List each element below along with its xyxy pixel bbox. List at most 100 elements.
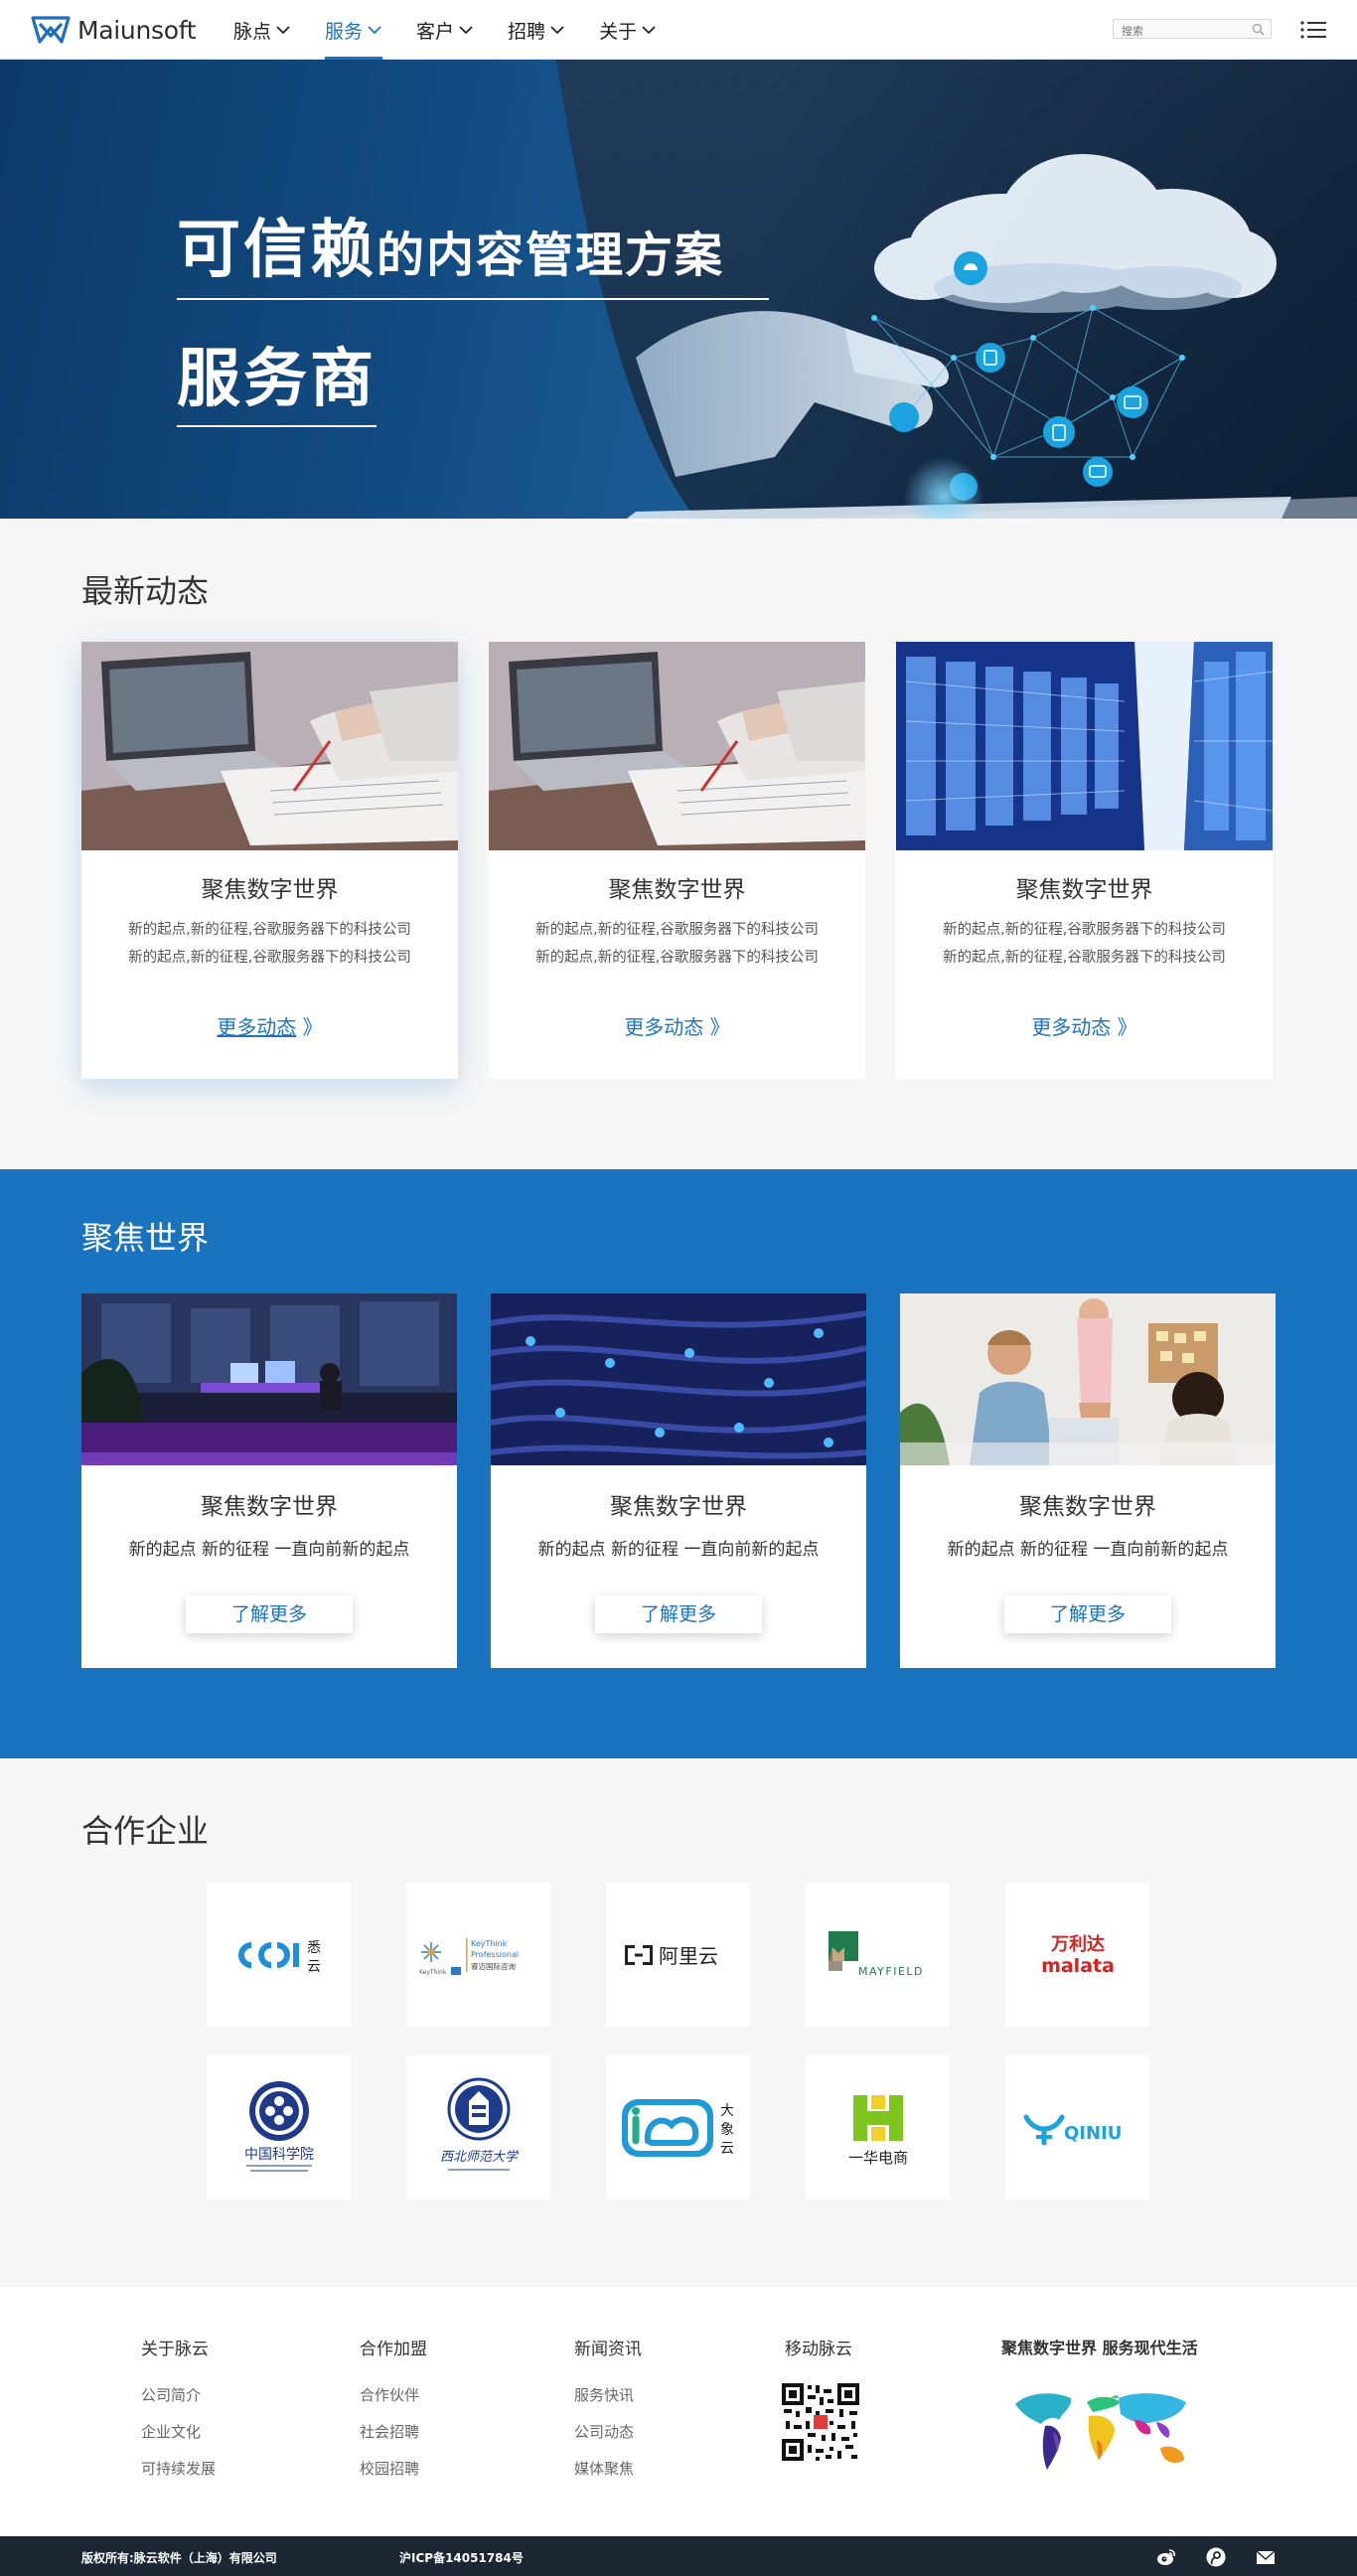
list-menu-icon[interactable]	[1299, 18, 1327, 42]
search-input[interactable]	[1114, 22, 1243, 41]
partner-logo-xiyun[interactable]: 悉 云	[207, 1883, 351, 2027]
partner-logo-mayfield[interactable]: MAYFIELD	[806, 1883, 950, 2027]
partner-logo-nwnu[interactable]: 西北师范大学	[406, 2055, 550, 2199]
search-box	[1113, 19, 1272, 41]
partner-logo-grid: 悉 云 KeyThink KeyThink Professional 睿迈国际咨…	[207, 1883, 1149, 2199]
partner-logo-text: malata	[1041, 1955, 1115, 1977]
partner-logo-text: Professional	[471, 1950, 519, 1959]
night-office-photo	[81, 1293, 457, 1465]
partner-logo-malata[interactable]: 万利达 malata	[1005, 1883, 1149, 2027]
nav-item-services[interactable]: 服务	[325, 0, 383, 60]
footer-link[interactable]: 媒体聚焦	[574, 2451, 642, 2488]
footer-col-title: 关于脉云	[141, 2340, 209, 2359]
network-cables-photo	[491, 1293, 866, 1465]
nav-item-clients[interactable]: 客户	[416, 0, 474, 60]
footer-slogan: 聚焦数字世界 服务现代生活	[1001, 2339, 1198, 2357]
mayfield-logo: MAYFIELD	[828, 1930, 922, 1978]
tencent-weibo-icon[interactable]	[1205, 2546, 1227, 2568]
partner-logo-text: 大	[720, 2103, 734, 2119]
chevron-down-icon	[368, 26, 381, 35]
partners-section: 合作企业 悉 云 KeyThink KeyThink Professional	[0, 1758, 1357, 2287]
news-card-heading: 聚焦数字世界	[201, 877, 339, 903]
nav-item-maidian[interactable]: 脉点	[233, 0, 291, 60]
qr-code-icon	[780, 2381, 861, 2463]
maiunsoft-logo-icon	[31, 16, 71, 44]
footer-link[interactable]: 企业文化	[141, 2414, 216, 2451]
footer-col-slogan: 聚焦数字世界 服务现代生活	[1001, 2335, 1200, 2484]
news-section-title: 最新动态	[81, 572, 210, 610]
learn-more-button[interactable]: 了解更多	[595, 1595, 762, 1633]
hero-title: 可信赖 的内容管理方案 服务商	[177, 199, 769, 427]
more-news-link[interactable]: 更多动态 》	[489, 1011, 865, 1040]
learn-more-button[interactable]: 了解更多	[186, 1595, 353, 1633]
footer-link[interactable]: 服务快讯	[574, 2377, 642, 2414]
learn-more-button[interactable]: 了解更多	[1004, 1595, 1171, 1633]
main-nav: 脉点 服务 客户 招聘 关于	[233, 0, 690, 60]
double-chevron-right-icon: 》	[709, 1015, 730, 1039]
focus-section-title: 聚焦世界	[81, 1219, 210, 1257]
news-card[interactable]: 聚焦数字世界 新的起点,新的征程,谷歌服务器下的科技公司 新的起点,新的征程,谷…	[81, 642, 458, 1079]
news-card-text: 新的起点,新的征程,谷歌服务器下的科技公司	[943, 950, 1226, 966]
partner-logo-text: 睿迈国际咨询	[471, 1961, 516, 1971]
server-room-photo	[896, 642, 1273, 850]
news-card[interactable]: 聚焦数字世界 新的起点,新的征程,谷歌服务器下的科技公司 新的起点,新的征程,谷…	[489, 642, 865, 1079]
nav-item-careers[interactable]: 招聘	[508, 0, 565, 60]
more-news-link[interactable]: 更多动态 》	[896, 1011, 1273, 1040]
footer-col-title: 合作加盟	[360, 2340, 427, 2359]
footer-link[interactable]: 公司简介	[141, 2377, 216, 2414]
partner-logo-daxiangyun[interactable]: 大 象 云	[606, 2055, 750, 2199]
nav-item-about[interactable]: 关于	[599, 0, 657, 60]
weibo-icon[interactable]	[1155, 2546, 1177, 2568]
footer-link[interactable]: 校园招聘	[360, 2451, 427, 2488]
focus-world-section: 聚焦世界 聚焦数字世界 新的起点 新的征程 一直向前新的起点 了解更多 聚焦数字…	[0, 1169, 1357, 1758]
more-news-label: 更多动态	[624, 1015, 704, 1039]
laptop-desk-photo	[489, 642, 865, 850]
partner-logo-text: 阿里云	[659, 1944, 718, 1968]
partner-logo-cas[interactable]: 中国科学院	[207, 2055, 351, 2199]
focus-card-text: 新的起点 新的征程 一直向前新的起点	[947, 1540, 1229, 1560]
hero-title-rest: 的内容管理方案	[377, 227, 725, 283]
cas-logo: 中国科学院	[244, 2080, 314, 2172]
partner-logo-keythink[interactable]: KeyThink KeyThink Professional 睿迈国际咨询	[406, 1883, 550, 2027]
footer-link[interactable]: 社会招聘	[360, 2414, 427, 2451]
focus-card-heading: 聚焦数字世界	[610, 1494, 747, 1520]
nav-label: 客户	[416, 20, 455, 43]
aliyun-logo: 阿里云	[624, 1944, 718, 1968]
icp-text[interactable]: 沪ICP备14051784号	[399, 2549, 524, 2566]
malata-logo: 万利达 malata	[1041, 1933, 1115, 1977]
chevron-down-icon	[459, 26, 473, 35]
focus-card-text: 新的起点 新的征程 一直向前新的起点	[128, 1540, 410, 1560]
partner-logo-text: 云	[307, 1959, 321, 1975]
nav-label: 招聘	[508, 20, 546, 43]
news-card-heading: 聚焦数字世界	[608, 877, 746, 903]
news-card-text: 新的起点,新的征程,谷歌服务器下的科技公司	[535, 922, 819, 938]
partner-logo-qiniu[interactable]: QINIU	[1005, 2055, 1149, 2199]
partner-logo-aliyun[interactable]: 阿里云	[606, 1883, 750, 2027]
focus-card-heading: 聚焦数字世界	[201, 1494, 338, 1520]
hero-title-big: 可信赖	[177, 214, 377, 287]
news-card-list: 聚焦数字世界 新的起点,新的征程,谷歌服务器下的科技公司 新的起点,新的征程,谷…	[81, 642, 1273, 1079]
footer-link[interactable]: 可持续发展	[141, 2451, 216, 2488]
nav-label: 关于	[599, 20, 638, 43]
partner-logo-text: QINIU	[1064, 2123, 1122, 2144]
more-news-link[interactable]: 更多动态 》	[81, 1011, 458, 1040]
nav-label: 服务	[325, 20, 364, 43]
partner-logo-yihua[interactable]: 一华电商	[806, 2055, 950, 2199]
footer-col-title: 移动脉云	[785, 2340, 852, 2359]
focus-card: 聚焦数字世界 新的起点 新的征程 一直向前新的起点 了解更多	[900, 1293, 1276, 1668]
chevron-down-icon	[550, 26, 564, 35]
footer-link[interactable]: 合作伙伴	[360, 2377, 427, 2414]
footer-link[interactable]: 公司动态	[574, 2414, 642, 2451]
svg-text:KeyThink: KeyThink	[419, 1969, 447, 1976]
partner-logo-text: 中国科学院	[244, 2147, 314, 2163]
search-icon[interactable]	[1252, 23, 1265, 36]
chevron-down-icon	[642, 26, 656, 35]
logo[interactable]: Maiunsoft	[30, 12, 197, 48]
news-card[interactable]: 聚焦数字世界 新的起点,新的征程,谷歌服务器下的科技公司 新的起点,新的征程,谷…	[896, 642, 1273, 1079]
copyright-text: 版权所有:脉云软件（上海）有限公司	[81, 2551, 277, 2565]
footer-col-about: 关于脉云 公司简介 企业文化 可持续发展	[141, 2335, 216, 2488]
mail-icon[interactable]	[1255, 2546, 1277, 2568]
hero-title-line2: 服务商	[177, 328, 377, 427]
keythink-logo: KeyThink KeyThink Professional 睿迈国际咨询	[419, 1937, 519, 1976]
footer-col-news: 新闻资讯 服务快讯 公司动态 媒体聚焦	[574, 2335, 642, 2488]
